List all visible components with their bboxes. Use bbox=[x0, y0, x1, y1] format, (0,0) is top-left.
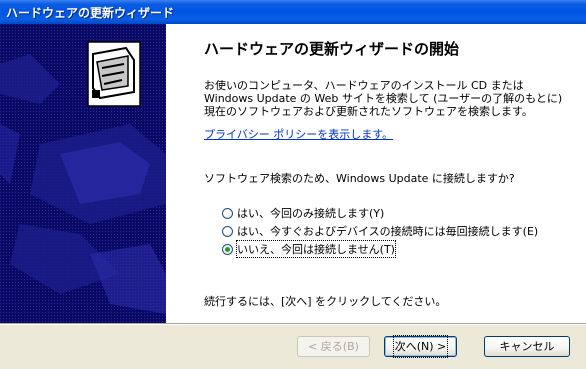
title-bar[interactable]: ハードウェアの更新ウィザード bbox=[0, 0, 586, 24]
connect-question: ソフトウェア検索のため、Windows Update に接続しますか? bbox=[204, 172, 515, 185]
wizard-side-panel bbox=[0, 24, 166, 323]
radio-button-selected-icon[interactable] bbox=[222, 243, 233, 255]
window-title: ハードウェアの更新ウィザード bbox=[6, 6, 175, 20]
next-button[interactable]: 次へ(N) > bbox=[384, 335, 457, 358]
cancel-button-label: キャンセル bbox=[499, 340, 555, 353]
privacy-policy-link[interactable]: プライバシー ポリシーを表示します。 bbox=[204, 126, 393, 142]
wizard-watermark-graphic bbox=[0, 24, 166, 323]
radio-button-icon[interactable] bbox=[222, 207, 233, 219]
page-heading: ハードウェアの更新ウィザードの開始 bbox=[204, 40, 460, 58]
radio-option-connect-always[interactable]: はい、今すぐおよびデバイスの接続時には毎回接続します(E) bbox=[222, 224, 538, 238]
hardware-icon bbox=[87, 41, 141, 107]
radio-option-label: いいえ、今回は接続しません(T) bbox=[236, 240, 396, 258]
footer-divider bbox=[0, 323, 586, 325]
wizard-content: ハードウェアの更新ウィザードの開始 お使いのコンピュータ、ハードウェアのインスト… bbox=[166, 24, 586, 323]
radio-option-connect-this-time[interactable]: はい、今回のみ接続します(Y) bbox=[222, 206, 384, 220]
back-button[interactable]: < 戻る(B) bbox=[297, 336, 370, 357]
next-button-label: 次へ(N) > bbox=[392, 335, 449, 358]
radio-option-label: はい、今すぐおよびデバイスの接続時には毎回接続します(E) bbox=[237, 225, 539, 238]
radio-option-label: はい、今回のみ接続します(Y) bbox=[237, 207, 385, 220]
description-text: お使いのコンピュータ、ハードウェアのインストール CD または Windows … bbox=[204, 79, 563, 118]
radio-option-do-not-connect[interactable]: いいえ、今回は接続しません(T) bbox=[222, 240, 396, 258]
radio-button-icon[interactable] bbox=[222, 225, 233, 237]
cancel-button[interactable]: キャンセル bbox=[484, 336, 570, 357]
back-button-label: < 戻る(B) bbox=[308, 340, 359, 353]
continue-instruction: 続行するには、[次へ] をクリックしてください。 bbox=[204, 295, 447, 308]
